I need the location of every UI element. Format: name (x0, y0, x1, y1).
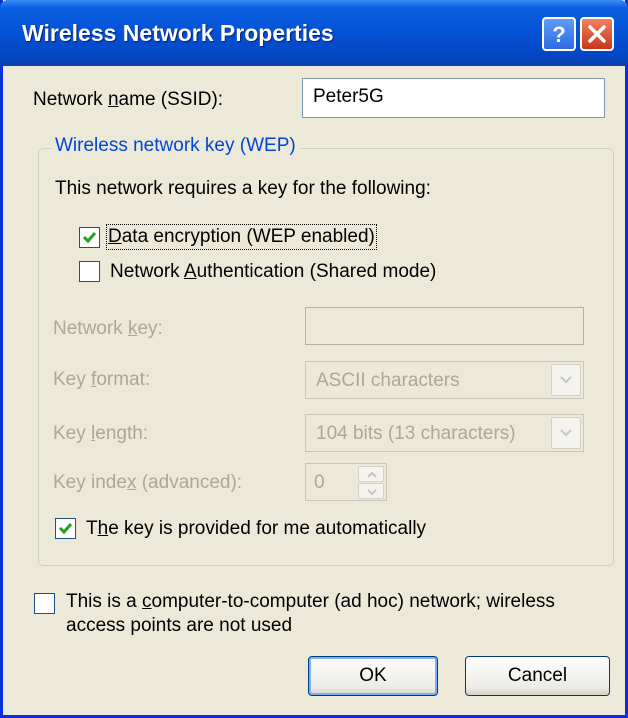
adhoc-label-line1[interactable]: This is a computer-to-computer (ad hoc) … (66, 591, 555, 613)
key-index-spinner[interactable]: 0 (305, 463, 387, 501)
spin-up-button[interactable] (358, 466, 384, 482)
key-length-select[interactable]: 104 bits (13 characters) (305, 414, 584, 452)
chevron-down-icon (560, 429, 572, 437)
network-authentication-label[interactable]: Network Authentication (Shared mode) (110, 261, 436, 283)
spin-down-button[interactable] (358, 483, 384, 499)
network-key-input[interactable] (305, 307, 584, 345)
help-button[interactable]: ? (542, 17, 576, 51)
key-length-value: 104 bits (13 characters) (316, 423, 516, 444)
title-bar[interactable]: Wireless Network Properties ? (0, 0, 628, 66)
checkmark-icon (82, 232, 97, 244)
requires-key-text: This network requires a key for the foll… (55, 178, 431, 199)
key-index-label: Key index (advanced): (53, 472, 243, 493)
key-format-select[interactable]: ASCII characters (305, 361, 584, 399)
ok-button[interactable]: OK (308, 656, 438, 696)
key-format-value: ASCII characters (316, 370, 460, 391)
network-key-label: Network key: (53, 318, 163, 339)
network-authentication-checkbox[interactable] (79, 261, 100, 282)
close-button[interactable] (580, 17, 614, 51)
adhoc-label-line2[interactable]: access points are not used (66, 615, 292, 637)
adhoc-checkbox[interactable] (34, 593, 55, 614)
key-format-dropdown-button[interactable] (551, 364, 581, 396)
chevron-up-icon (367, 471, 377, 478)
svg-text:?: ? (552, 22, 565, 47)
spinner-buttons (358, 466, 384, 499)
checkmark-icon (58, 523, 73, 535)
chevron-down-icon (367, 489, 377, 496)
auto-key-label[interactable]: The key is provided for me automatically (86, 518, 426, 540)
wireless-network-properties-dialog: Wireless Network Properties ? Network na… (0, 0, 628, 718)
wep-group-legend: Wireless network key (WEP) (51, 135, 300, 157)
key-index-value: 0 (314, 472, 325, 493)
dialog-title: Wireless Network Properties (22, 20, 334, 46)
auto-key-checkbox[interactable] (55, 518, 76, 539)
close-x-icon (588, 25, 606, 43)
wep-group-box (38, 148, 614, 566)
data-encryption-checkbox[interactable] (79, 227, 100, 248)
question-mark-icon: ? (552, 22, 565, 47)
ssid-label: Network name (SSID): (33, 89, 224, 110)
ssid-input[interactable]: Peter5G (302, 78, 605, 118)
key-length-label: Key length: (53, 423, 149, 444)
data-encryption-label[interactable]: Data encryption (WEP enabled) (106, 224, 377, 250)
chevron-down-icon (560, 376, 572, 384)
key-format-label: Key format: (53, 369, 151, 390)
cancel-button[interactable]: Cancel (465, 656, 610, 696)
key-length-dropdown-button[interactable] (551, 417, 581, 449)
